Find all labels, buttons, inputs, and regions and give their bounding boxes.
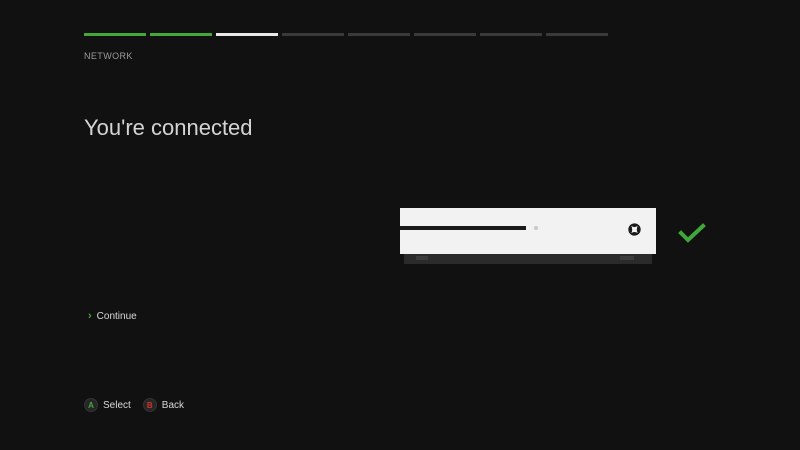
console-disc-slot bbox=[400, 226, 526, 230]
console-body bbox=[400, 208, 656, 254]
page-title: You're connected bbox=[84, 115, 253, 140]
progress-step-8 bbox=[546, 33, 608, 36]
xbox-logo-icon bbox=[628, 223, 641, 236]
b-button-icon: B bbox=[142, 398, 157, 412]
back-hint: B Back bbox=[142, 398, 185, 412]
continue-button[interactable]: › Continue bbox=[88, 310, 137, 323]
select-hint-label: Select bbox=[103, 399, 131, 411]
progress-step-5 bbox=[348, 33, 410, 36]
console-port-right bbox=[620, 256, 634, 260]
progress-step-7 bbox=[480, 33, 542, 36]
progress-step-1 bbox=[84, 33, 146, 36]
progress-step-4 bbox=[282, 33, 344, 36]
back-hint-label: Back bbox=[161, 399, 185, 411]
section-label: NETWORK bbox=[84, 51, 133, 61]
console-port-left bbox=[416, 256, 428, 260]
progress-step-2 bbox=[150, 33, 212, 36]
setup-progress-bar bbox=[84, 33, 608, 36]
select-hint: A Select bbox=[84, 398, 131, 412]
checkmark-icon bbox=[678, 223, 706, 243]
progress-step-6 bbox=[414, 33, 476, 36]
console-base bbox=[404, 254, 652, 264]
controller-hints: A Select B Back bbox=[84, 398, 196, 412]
a-button-icon: A bbox=[84, 398, 98, 412]
console-illustration bbox=[400, 208, 656, 264]
chevron-right-icon: › bbox=[88, 310, 92, 322]
progress-step-3 bbox=[216, 33, 278, 36]
continue-label: Continue bbox=[96, 311, 137, 322]
console-eject-dot bbox=[534, 226, 538, 230]
